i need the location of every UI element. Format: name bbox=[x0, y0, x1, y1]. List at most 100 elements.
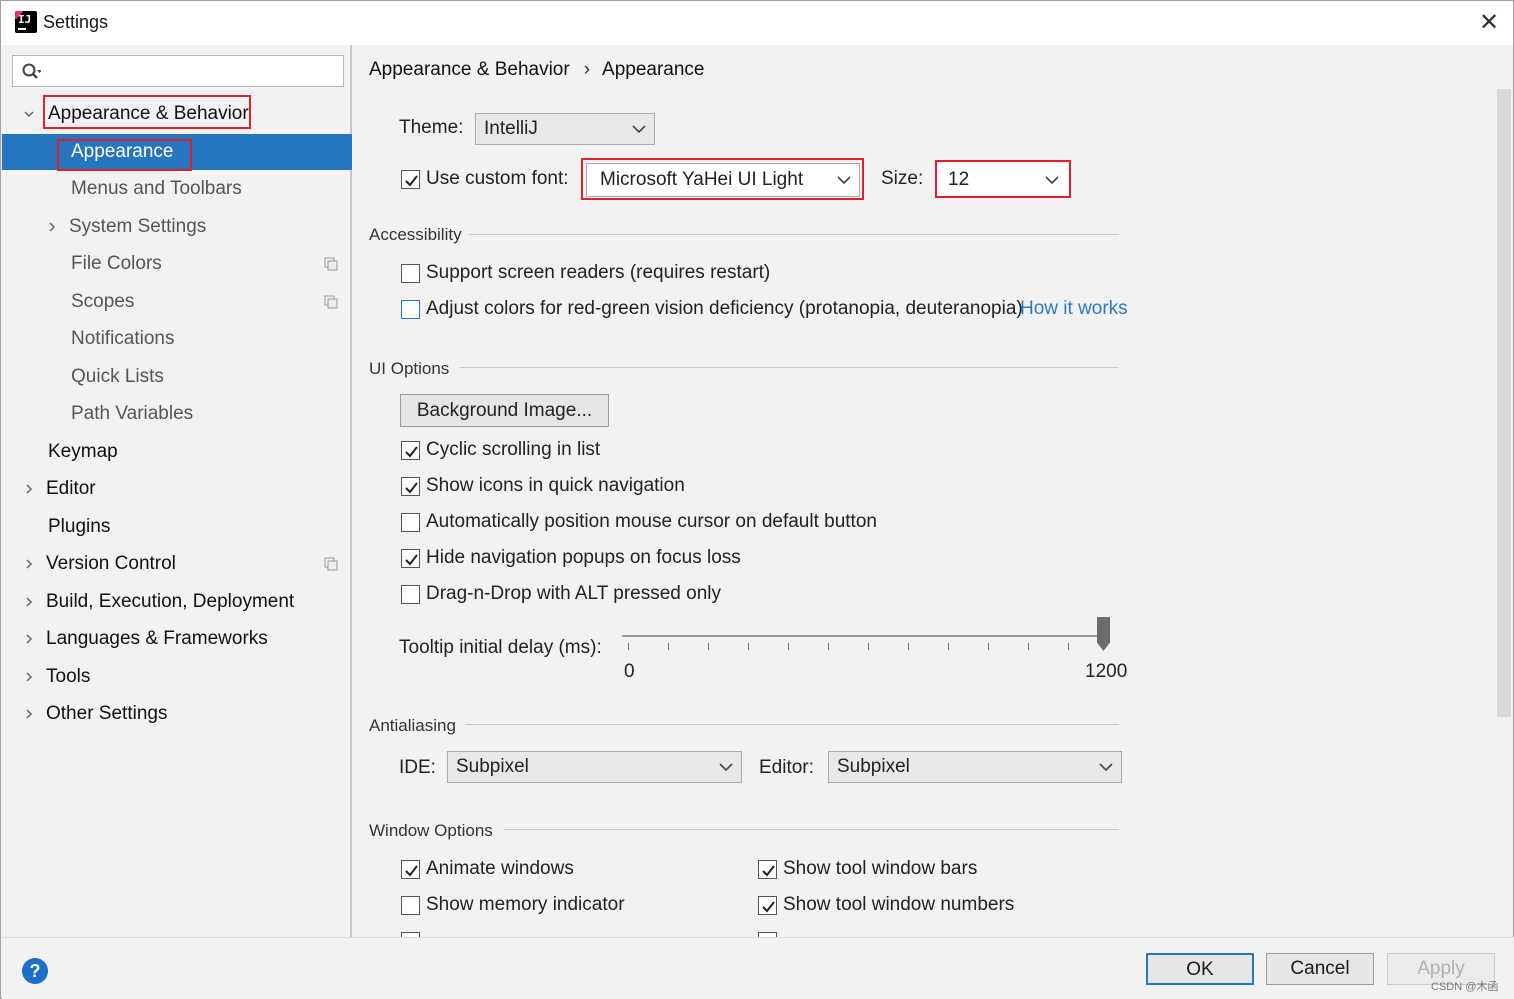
sidebar-item-label: System Settings bbox=[69, 216, 207, 237]
tool-window-numbers-checkbox[interactable] bbox=[758, 896, 777, 915]
sidebar-item-build-execution-deployment[interactable]: Build, Execution, Deployment bbox=[2, 584, 352, 620]
slider-tick bbox=[908, 643, 909, 650]
sidebar-item-notifications[interactable]: Notifications bbox=[2, 321, 352, 357]
color-adjust-checkbox[interactable] bbox=[401, 300, 420, 319]
sidebar-item-label: Plugins bbox=[48, 516, 111, 537]
breadcrumb: Appearance & Behavior › Appearance bbox=[369, 59, 704, 81]
sidebar-item-label: Build, Execution, Deployment bbox=[46, 591, 295, 612]
project-settings-icon bbox=[324, 295, 338, 309]
sidebar-item-keymap[interactable]: Keymap bbox=[2, 434, 352, 470]
tool-window-bars-checkbox[interactable] bbox=[758, 860, 777, 879]
checkmark-icon bbox=[762, 901, 775, 913]
chevron-down-icon bbox=[1045, 176, 1059, 185]
sidebar-item-label: Menus and Toolbars bbox=[71, 178, 242, 199]
settings-window: IJ Settings ✕ Appearance & Behavior Appe… bbox=[0, 0, 1514, 999]
slider-tick bbox=[668, 643, 669, 650]
chevron-right-icon bbox=[26, 559, 33, 569]
memory-indicator-checkbox[interactable] bbox=[401, 896, 420, 915]
section-divider bbox=[466, 724, 1119, 725]
checkmark-icon bbox=[405, 554, 418, 566]
ok-button[interactable]: OK bbox=[1146, 953, 1254, 985]
sidebar-item-label: Languages & Frameworks bbox=[46, 628, 268, 649]
sidebar-item-plugins[interactable]: Plugins bbox=[2, 509, 352, 545]
search-icon bbox=[22, 63, 41, 79]
slider-tick bbox=[1068, 643, 1069, 650]
sidebar-item-label: Appearance & Behavior bbox=[48, 103, 249, 124]
theme-select[interactable]: IntelliJ bbox=[475, 113, 655, 145]
background-image-button[interactable]: Background Image... bbox=[400, 394, 609, 427]
editor-antialiasing-value: Subpixel bbox=[837, 756, 910, 777]
close-button[interactable]: ✕ bbox=[1475, 9, 1503, 37]
tooltip-delay-slider-track[interactable] bbox=[622, 635, 1102, 637]
chevron-down-icon bbox=[719, 763, 733, 772]
drag-drop-label: Drag-n-Drop with ALT pressed only bbox=[426, 583, 721, 604]
help-icon[interactable]: ? bbox=[22, 958, 48, 984]
cyclic-scrolling-checkbox[interactable] bbox=[401, 441, 420, 460]
sidebar-item-editor[interactable]: Editor bbox=[2, 471, 352, 507]
sidebar-item-label: Scopes bbox=[71, 291, 135, 312]
sidebar-item-label: Tools bbox=[46, 666, 91, 687]
sidebar-item-label: Editor bbox=[46, 478, 96, 499]
ide-antialiasing-select[interactable]: Subpixel bbox=[447, 751, 742, 783]
theme-label: Theme: bbox=[399, 117, 464, 138]
sidebar-item-other-settings[interactable]: Other Settings bbox=[2, 696, 352, 732]
breadcrumb-current: Appearance bbox=[602, 59, 705, 80]
how-it-works-link[interactable]: How it works bbox=[1020, 298, 1128, 320]
chevron-down-icon bbox=[24, 111, 34, 118]
section-title-antialiasing: Antialiasing bbox=[369, 716, 456, 735]
use-custom-font-label: Use custom font: bbox=[426, 168, 569, 189]
sidebar-item-languages-frameworks[interactable]: Languages & Frameworks bbox=[2, 621, 352, 657]
sidebar-item-menus-toolbars[interactable]: Menus and Toolbars bbox=[2, 171, 352, 207]
sidebar-item-version-control[interactable]: Version Control bbox=[2, 546, 352, 582]
tooltip-delay-label: Tooltip initial delay (ms): bbox=[399, 637, 602, 658]
screen-readers-checkbox[interactable] bbox=[401, 264, 420, 283]
search-input[interactable] bbox=[12, 55, 344, 87]
chevron-right-icon bbox=[26, 597, 33, 607]
section-divider bbox=[460, 367, 1119, 368]
slider-min-label: 0 bbox=[624, 661, 635, 682]
dialog-footer: ? OK Cancel Apply bbox=[2, 937, 1514, 999]
sidebar-item-path-variables[interactable]: Path Variables bbox=[2, 396, 352, 432]
font-size-select[interactable]: 12 bbox=[939, 164, 1068, 196]
custom-font-select[interactable]: Microsoft YaHei UI Light bbox=[586, 163, 860, 197]
slider-max-label: 1200 bbox=[1085, 661, 1128, 682]
cyclic-scrolling-label: Cyclic scrolling in list bbox=[426, 439, 601, 460]
sidebar-item-appearance[interactable]: Appearance bbox=[2, 134, 352, 170]
auto-mouse-checkbox[interactable] bbox=[401, 513, 420, 532]
editor-antialiasing-select[interactable]: Subpixel bbox=[828, 751, 1122, 783]
sidebar-item-system-settings[interactable]: System Settings bbox=[2, 209, 352, 245]
chevron-right-icon bbox=[26, 484, 33, 494]
window-title: Settings bbox=[43, 12, 109, 32]
sidebar-item-scopes[interactable]: Scopes bbox=[2, 284, 352, 320]
use-custom-font-checkbox[interactable] bbox=[401, 170, 420, 189]
font-size-value: 12 bbox=[948, 169, 970, 190]
sidebar-item-file-colors[interactable]: File Colors bbox=[2, 246, 352, 282]
tooltip-delay-slider-thumb[interactable] bbox=[1097, 617, 1110, 651]
slider-tick bbox=[988, 643, 989, 650]
hide-popups-checkbox[interactable] bbox=[401, 549, 420, 568]
sidebar-item-quick-lists[interactable]: Quick Lists bbox=[2, 359, 352, 395]
cancel-button[interactable]: Cancel bbox=[1266, 953, 1374, 985]
slider-tick bbox=[828, 643, 829, 650]
animate-windows-checkbox[interactable] bbox=[401, 860, 420, 879]
tool-window-bars-label: Show tool window bars bbox=[783, 858, 978, 879]
slider-tick bbox=[708, 643, 709, 650]
drag-drop-checkbox[interactable] bbox=[401, 585, 420, 604]
content-scrollbar[interactable] bbox=[1497, 89, 1511, 717]
sidebar-item-appearance-behavior[interactable]: Appearance & Behavior bbox=[2, 96, 352, 132]
checkmark-icon bbox=[405, 446, 418, 458]
slider-tick bbox=[948, 643, 949, 650]
section-divider bbox=[469, 234, 1119, 235]
custom-font-value: Microsoft YaHei UI Light bbox=[600, 169, 804, 190]
show-icons-checkbox[interactable] bbox=[401, 477, 420, 496]
breadcrumb-parent[interactable]: Appearance & Behavior bbox=[369, 59, 570, 80]
sidebar-item-label: File Colors bbox=[71, 253, 162, 274]
breadcrumb-separator: › bbox=[583, 59, 591, 80]
chevron-down-icon bbox=[632, 125, 646, 134]
sidebar-item-tools[interactable]: Tools bbox=[2, 659, 352, 695]
slider-tick bbox=[1028, 643, 1029, 650]
chevron-right-icon bbox=[49, 222, 56, 232]
screen-readers-label: Support screen readers (requires restart… bbox=[426, 262, 771, 283]
show-icons-label: Show icons in quick navigation bbox=[426, 475, 685, 496]
sidebar-item-label: Other Settings bbox=[46, 703, 168, 724]
